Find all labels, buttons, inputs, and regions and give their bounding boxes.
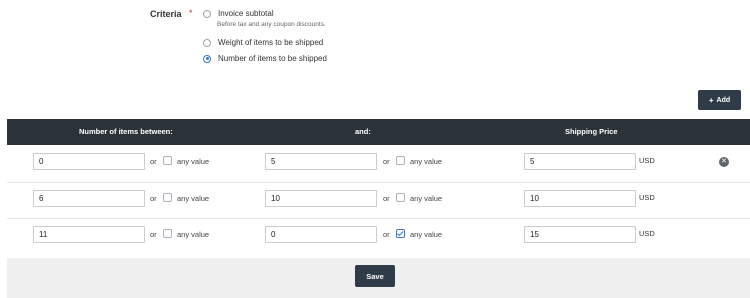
price-input[interactable]: 5 [524, 153, 636, 170]
radio-hint: Before tax and any coupon discounts. [217, 21, 326, 28]
any-value-label: any value [410, 230, 443, 239]
any-value-label: any value [177, 230, 210, 239]
add-button[interactable]: + Add [698, 90, 741, 110]
currency-label: USD [639, 193, 655, 202]
or-label: or [150, 157, 157, 166]
add-button-label: Add [716, 96, 731, 104]
to-input[interactable]: 10 [265, 190, 377, 207]
any-value-label: any value [177, 194, 210, 203]
or-label: or [383, 194, 390, 203]
or-label: or [150, 194, 157, 203]
from-any-value-checkbox[interactable] [163, 156, 172, 165]
radio-label: Weight of items to be shipped [218, 38, 324, 47]
price-input[interactable]: 10 [524, 190, 636, 207]
table-row: 0 or any value 5 or any value 5 USD ✕ [7, 146, 750, 182]
radio-invoice-subtotal[interactable]: Invoice subtotal [203, 9, 274, 18]
from-input[interactable]: 0 [33, 153, 145, 170]
save-button[interactable]: Save [355, 265, 395, 287]
radio-label: Invoice subtotal [218, 9, 274, 18]
remove-row-icon[interactable]: ✕ [719, 157, 729, 167]
any-value-label: any value [410, 157, 443, 166]
currency-label: USD [639, 156, 655, 165]
radio-button[interactable] [203, 38, 211, 47]
price-input[interactable]: 15 [524, 226, 636, 243]
from-any-value-checkbox[interactable] [163, 193, 172, 202]
any-value-label: any value [177, 157, 210, 166]
any-value-label: any value [410, 194, 443, 203]
or-label: or [383, 157, 390, 166]
radio-button-selected[interactable] [203, 54, 211, 63]
to-any-value-checkbox[interactable] [396, 193, 405, 202]
or-label: or [150, 230, 157, 239]
radio-weight[interactable]: Weight of items to be shipped [203, 38, 323, 47]
from-any-value-checkbox[interactable] [163, 229, 172, 238]
to-any-value-checkbox-checked[interactable] [396, 229, 405, 238]
header-items-between: Number of items between: [79, 127, 173, 136]
table-header: Number of items between: and: Shipping P… [7, 119, 750, 145]
from-input[interactable]: 11 [33, 226, 145, 243]
radio-button[interactable] [203, 9, 211, 18]
from-input[interactable]: 6 [33, 190, 145, 207]
table-row: 6 or any value 10 or any value 10 USD [7, 182, 750, 219]
table-row: 11 or any value 0 or any value 15 USD [7, 218, 750, 255]
or-label: or [383, 230, 390, 239]
radio-label: Number of items to be shipped [218, 54, 327, 63]
to-input[interactable]: 0 [265, 226, 377, 243]
to-any-value-checkbox[interactable] [396, 156, 405, 165]
header-and: and: [355, 127, 371, 136]
header-shipping-price: Shipping Price [565, 127, 618, 136]
criteria-label: Criteria [150, 9, 182, 19]
required-mark: * [189, 8, 193, 18]
plus-icon: + [708, 95, 714, 105]
currency-label: USD [639, 229, 655, 238]
form-footer: Save [7, 258, 750, 298]
radio-item-count[interactable]: Number of items to be shipped [203, 54, 327, 63]
to-input[interactable]: 5 [265, 153, 377, 170]
